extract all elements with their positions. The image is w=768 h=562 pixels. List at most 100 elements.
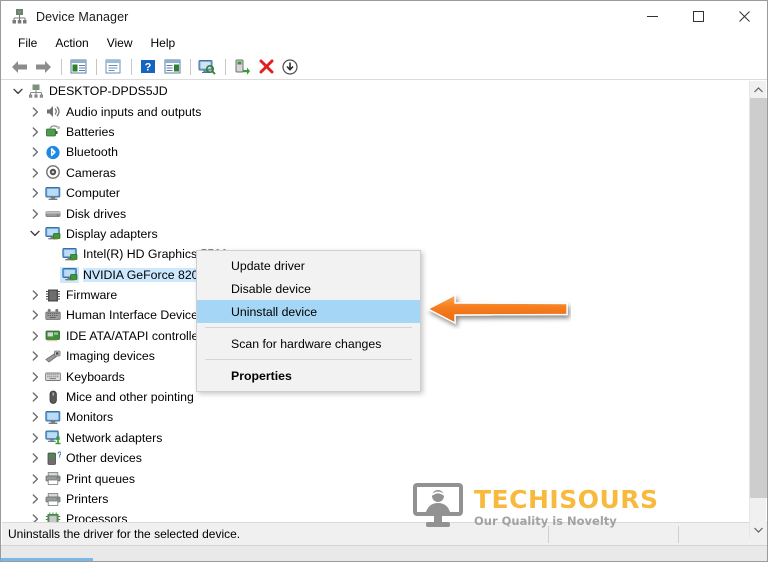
mouse-icon <box>43 389 62 405</box>
toolbar-separator <box>61 58 62 75</box>
chevron-down-icon[interactable] <box>10 88 26 95</box>
taskbar-accent <box>1 558 93 561</box>
tree-item-label: Print queues <box>66 471 136 486</box>
tree-item-other-devices[interactable]: ? Other devices <box>2 448 749 468</box>
title-bar: Device Manager <box>1 1 767 32</box>
context-menu-item-properties[interactable]: Properties <box>197 364 420 387</box>
hid-icon <box>43 307 62 323</box>
chevron-right-icon[interactable] <box>27 106 43 117</box>
window-title: Device Manager <box>36 9 129 24</box>
tree-item-label: Display adapters <box>66 226 158 241</box>
tree-item-desktop-dpds5jd[interactable]: DESKTOP-DPDS5JD <box>2 81 749 101</box>
context-menu-item-scan-for-hardware-changes[interactable]: Scan for hardware changes <box>197 332 420 355</box>
chevron-right-icon[interactable] <box>27 412 43 423</box>
monitor-icon <box>43 185 62 201</box>
toolbar-separator <box>96 58 97 75</box>
menu-file[interactable]: File <box>9 34 46 52</box>
properties-button[interactable] <box>102 56 124 78</box>
minimize-button[interactable] <box>629 1 675 32</box>
tree-item-computer[interactable]: Computer <box>2 183 749 203</box>
back-button[interactable] <box>8 56 30 78</box>
menu-bar: File Action View Help <box>1 32 767 54</box>
disable-device-button[interactable] <box>279 56 301 78</box>
show-hide-console-tree-button[interactable] <box>67 56 89 78</box>
printer-icon <box>43 471 62 487</box>
watermark-logo: TECHISOURS Our Quality is Novelty <box>411 481 659 534</box>
chevron-right-icon[interactable] <box>27 433 43 443</box>
device-manager-icon <box>11 8 28 25</box>
chevron-right-icon[interactable] <box>27 188 43 198</box>
context-menu-item-uninstall-device[interactable]: Uninstall device <box>197 300 420 323</box>
chevron-right-icon[interactable] <box>27 371 43 382</box>
tree-item-label: DESKTOP-DPDS5JD <box>49 84 168 99</box>
tree-item-cameras[interactable]: Cameras <box>2 163 749 183</box>
status-text: Uninstalls the driver for the selected d… <box>8 527 241 541</box>
vertical-scrollbar[interactable] <box>749 81 767 538</box>
ide-controller-icon <box>43 328 62 344</box>
monitor-icon <box>43 409 62 425</box>
disk-drive-icon <box>43 206 62 222</box>
watermark-brand: TECHISOURS <box>474 485 659 515</box>
display-adapter-icon <box>60 266 79 283</box>
window-controls <box>629 1 767 32</box>
toolbar-separator <box>190 58 191 75</box>
chevron-right-icon[interactable] <box>27 494 43 504</box>
context-menu-item-disable-device[interactable]: Disable device <box>197 277 420 300</box>
tree-item-label: Mice and other pointing <box>66 390 194 405</box>
help-button[interactable]: ? <box>137 56 159 78</box>
tree-item-label: IDE ATA/ATAPI controllers <box>66 328 209 343</box>
uninstall-device-button[interactable] <box>255 56 277 78</box>
chevron-right-icon[interactable] <box>27 351 43 361</box>
show-hide-action-pane-button[interactable] <box>161 56 183 78</box>
menu-action[interactable]: Action <box>46 34 97 52</box>
scrollbar-thumb[interactable] <box>750 98 767 498</box>
scroll-down-button[interactable] <box>750 521 767 538</box>
tree-item-monitors[interactable]: Monitors <box>2 407 749 427</box>
tree-item-label: Network adapters <box>66 430 163 445</box>
chevron-right-icon[interactable] <box>27 127 43 137</box>
menu-view[interactable]: View <box>98 34 142 52</box>
forward-button[interactable] <box>32 56 54 78</box>
context-menu-item-update-driver[interactable]: Update driver <box>197 254 420 277</box>
tree-item-label: Monitors <box>66 410 114 425</box>
update-driver-button[interactable] <box>231 56 253 78</box>
tree-item-batteries[interactable]: Batteries <box>2 122 749 142</box>
chevron-right-icon[interactable] <box>27 290 43 300</box>
chevron-down-icon[interactable] <box>27 230 43 237</box>
tree-item-network-adapters[interactable]: Network adapters <box>2 428 749 448</box>
tree-item-label: Cameras <box>66 165 116 180</box>
toolbar-separator <box>225 58 226 75</box>
chevron-right-icon[interactable] <box>27 392 43 402</box>
tree-item-disk-drives[interactable]: Disk drives <box>2 203 749 223</box>
context-menu[interactable]: Update driver Disable device Uninstall dev… <box>196 250 421 392</box>
bluetooth-icon <box>43 144 62 160</box>
tree-item-audio-inputs-and-outputs[interactable]: Audio inputs and outputs <box>2 101 749 121</box>
tree-item-bluetooth[interactable]: Bluetooth <box>2 142 749 162</box>
chevron-right-icon[interactable] <box>27 331 43 341</box>
tree-item-label: Disk drives <box>66 206 127 221</box>
chevron-right-icon[interactable] <box>27 453 43 463</box>
scroll-up-button[interactable] <box>750 81 767 98</box>
speaker-icon <box>43 104 62 120</box>
tree-item-label: Bluetooth <box>66 145 118 160</box>
chevron-right-icon[interactable] <box>27 473 43 484</box>
chevron-right-icon[interactable] <box>27 310 43 321</box>
chevron-right-icon[interactable] <box>27 168 43 178</box>
chevron-right-icon[interactable] <box>27 147 43 158</box>
scan-hardware-changes-button[interactable] <box>196 56 218 78</box>
close-button[interactable] <box>721 1 767 32</box>
device-manager-window: Device Manager File Action View Help ? D… <box>0 0 768 562</box>
maximize-button[interactable] <box>675 1 721 32</box>
menu-help[interactable]: Help <box>142 34 185 52</box>
tree-item-display-adapters[interactable]: Display adapters <box>2 224 749 244</box>
network-adapter-icon <box>43 430 62 446</box>
watermark-text: TECHISOURS Our Quality is Novelty <box>474 487 659 528</box>
context-menu-separator <box>205 359 412 360</box>
tree-item-label: Human Interface Devices <box>66 308 205 323</box>
watermark-monitor-icon <box>411 481 465 534</box>
firmware-chip-icon <box>43 287 62 303</box>
chevron-right-icon[interactable] <box>27 208 43 219</box>
display-adapter-icon <box>43 226 62 242</box>
printer-icon <box>43 491 62 507</box>
tree-item-label: Imaging devices <box>66 349 155 364</box>
